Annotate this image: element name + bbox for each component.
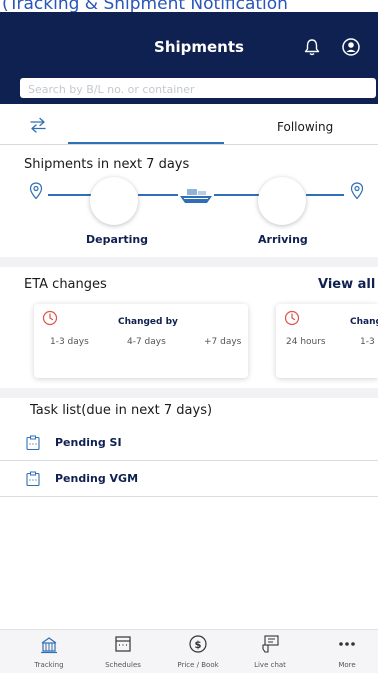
route-line-left <box>138 194 178 196</box>
profile-icon[interactable] <box>341 37 361 57</box>
shipment-tabs: Following <box>0 112 378 145</box>
nav-label: More <box>338 661 356 669</box>
document-icon <box>26 471 40 487</box>
swap-arrows-icon[interactable] <box>28 115 48 135</box>
arriving-label: Arriving <box>258 233 308 246</box>
eta-option[interactable]: 4-7 days <box>127 337 166 347</box>
route-line-right <box>214 194 260 196</box>
nav-label: Live chat <box>254 661 286 669</box>
upcoming-title: Shipments in next 7 days <box>24 157 190 172</box>
search-field[interactable] <box>20 78 376 100</box>
route-line-destination <box>306 194 344 196</box>
eta-option[interactable]: 1-3 days <box>360 337 378 347</box>
clock-icon <box>284 310 300 326</box>
eta-card[interactable]: Changed by 1-3 days 4-7 days +7 days <box>34 304 248 378</box>
tracking-icon <box>41 637 57 654</box>
bottom-nav: Tracking Schedules $ Price / Book Live c… <box>0 629 378 673</box>
tab-divider <box>0 144 378 145</box>
eta-option[interactable]: +7 days <box>204 337 241 347</box>
task-label: Pending SI <box>55 436 122 449</box>
arriving-circle[interactable] <box>258 177 306 225</box>
nav-live-chat[interactable]: Live chat <box>240 630 300 673</box>
task-list-title: Task list(due in next 7 days) <box>30 403 213 418</box>
route-line-origin <box>48 194 92 196</box>
caption-text: (Tracking & Shipment Notification <box>2 0 288 12</box>
tab-following[interactable]: Following <box>277 120 333 134</box>
departing-label: Departing <box>86 233 149 246</box>
card-title: Changed by <box>350 317 378 327</box>
document-icon <box>26 435 40 451</box>
ship-icon <box>180 189 212 203</box>
eta-card[interactable]: Changed by 24 hours 1-3 days <box>276 304 378 378</box>
destination-pin-icon <box>350 182 364 200</box>
nav-price-book[interactable]: $ Price / Book <box>168 630 228 673</box>
bell-icon[interactable] <box>302 37 322 57</box>
chat-icon <box>262 635 279 653</box>
nav-label: Price / Book <box>177 661 219 669</box>
task-item-pending-si[interactable]: Pending SI <box>0 425 378 461</box>
nav-tracking[interactable]: Tracking <box>19 630 79 673</box>
nav-more[interactable]: More <box>317 630 377 673</box>
origin-pin-icon <box>29 182 43 200</box>
dollar-icon: $ <box>189 635 207 653</box>
nav-label: Tracking <box>34 661 64 669</box>
nav-label: Schedules <box>105 661 141 669</box>
header-bar: Shipments <box>0 12 378 104</box>
search-input[interactable] <box>20 79 376 100</box>
departing-circle[interactable] <box>90 177 138 225</box>
svg-text:$: $ <box>195 640 202 651</box>
task-item-pending-vgm[interactable]: Pending VGM <box>0 461 378 497</box>
clock-icon <box>42 310 58 326</box>
eta-title: ETA changes <box>24 277 107 292</box>
section-divider <box>0 257 378 267</box>
nav-schedules[interactable]: Schedules <box>93 630 153 673</box>
eta-option[interactable]: 1-3 days <box>50 337 89 347</box>
task-label: Pending VGM <box>55 472 139 485</box>
more-icon <box>339 642 355 646</box>
calendar-icon <box>115 636 131 652</box>
view-all-link[interactable]: View all <box>318 277 375 292</box>
card-title: Changed by <box>118 317 178 327</box>
section-divider <box>0 388 378 398</box>
eta-option[interactable]: 24 hours <box>286 337 326 347</box>
